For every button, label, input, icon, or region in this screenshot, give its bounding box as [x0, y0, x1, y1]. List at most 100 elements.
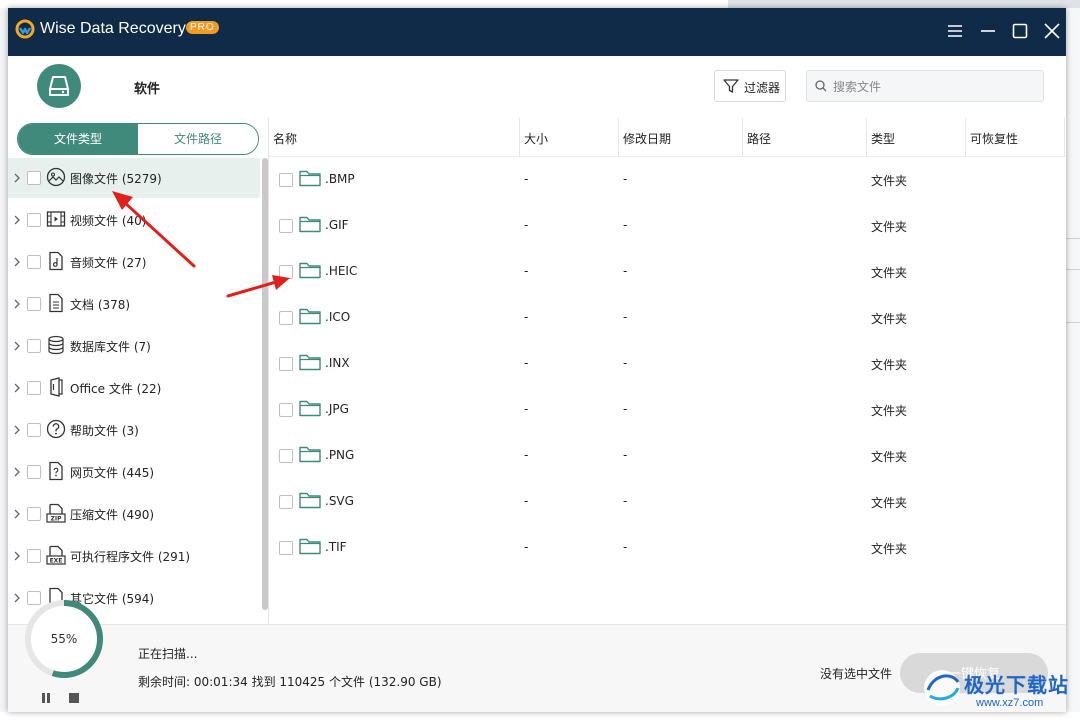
row-checkbox[interactable]	[279, 219, 293, 233]
category-item-help[interactable]: 帮助文件 (3)	[8, 410, 260, 450]
row-checkbox[interactable]	[279, 403, 293, 417]
maximize-icon[interactable]	[1011, 22, 1029, 40]
category-label: 图像文件 (5279)	[70, 172, 162, 186]
table-row[interactable]: .JPG - - 文件夹	[269, 387, 1066, 433]
file-type: 文件夹	[871, 220, 908, 234]
chevron-right-icon[interactable]	[12, 592, 22, 604]
pause-icon[interactable]	[41, 693, 51, 703]
app-logo-icon	[15, 19, 35, 39]
category-label: 文档 (378)	[70, 298, 131, 312]
category-item-office[interactable]: Office 文件 (22)	[8, 368, 260, 408]
row-checkbox[interactable]	[279, 311, 293, 325]
category-checkbox[interactable]	[27, 171, 41, 185]
category-panel: 文件类型 文件路径 图像文件 (5279) 视频文件 (40) 音频文件 (27…	[8, 118, 269, 624]
minimize-icon[interactable]	[979, 22, 997, 40]
category-item-image[interactable]: 图像文件 (5279)	[8, 158, 260, 198]
background-window	[0, 0, 728, 8]
chevron-right-icon[interactable]	[12, 172, 22, 184]
search-input[interactable]	[831, 77, 1035, 97]
column-divider[interactable]	[618, 118, 619, 156]
category-checkbox[interactable]	[27, 213, 41, 227]
file-date: -	[623, 310, 628, 324]
chevron-right-icon[interactable]	[12, 382, 22, 394]
file-date: -	[623, 264, 628, 278]
column-header-name[interactable]: 名称	[273, 130, 297, 147]
search-box[interactable]	[806, 70, 1044, 102]
webpage-icon	[49, 461, 63, 481]
chevron-right-icon[interactable]	[12, 508, 22, 520]
file-type: 文件夹	[871, 542, 908, 556]
document-icon	[49, 293, 63, 313]
tab-file-path[interactable]: 文件路径	[138, 124, 258, 154]
table-row[interactable]: .TIF - - 文件夹	[269, 525, 1066, 571]
chevron-right-icon[interactable]	[12, 424, 22, 436]
table-row[interactable]: .GIF - - 文件夹	[269, 203, 1066, 249]
background-window-edge	[1066, 8, 1080, 720]
menu-icon[interactable]	[946, 22, 964, 40]
row-checkbox[interactable]	[279, 357, 293, 371]
chevron-right-icon[interactable]	[12, 298, 22, 310]
category-item-webpage[interactable]: 网页文件 (445)	[8, 452, 260, 492]
table-row[interactable]: .HEIC - - 文件夹	[269, 249, 1066, 295]
row-checkbox[interactable]	[279, 495, 293, 509]
category-item-audio[interactable]: 音频文件 (27)	[8, 242, 260, 282]
category-item-database[interactable]: 数据库文件 (7)	[8, 326, 260, 366]
category-checkbox[interactable]	[27, 549, 41, 563]
file-name: .GIF	[325, 218, 349, 232]
table-row[interactable]: .PNG - - 文件夹	[269, 433, 1066, 479]
row-checkbox[interactable]	[279, 541, 293, 555]
category-label: Office 文件 (22)	[70, 382, 162, 396]
folder-icon	[299, 216, 321, 233]
view-tab-switch: 文件类型 文件路径	[17, 123, 259, 155]
stop-icon[interactable]	[69, 693, 79, 703]
column-header-type[interactable]: 类型	[871, 130, 895, 147]
drive-icon	[49, 76, 69, 96]
drive-button[interactable]	[37, 64, 81, 108]
filter-label: 过滤器	[744, 81, 781, 95]
category-item-executable[interactable]: EXE 可执行程序文件 (291)	[8, 536, 260, 576]
chevron-right-icon[interactable]	[12, 256, 22, 268]
table-row[interactable]: .SVG - - 文件夹	[269, 479, 1066, 525]
category-checkbox[interactable]	[27, 423, 41, 437]
table-row[interactable]: .BMP - - 文件夹	[269, 157, 1066, 203]
chevron-right-icon[interactable]	[12, 550, 22, 562]
category-checkbox[interactable]	[27, 507, 41, 521]
category-scrollbar[interactable]	[262, 158, 268, 610]
office-icon	[50, 377, 63, 397]
filter-button[interactable]: 过滤器	[714, 70, 786, 102]
column-header-path[interactable]: 路径	[747, 130, 771, 147]
column-divider[interactable]	[965, 118, 966, 156]
category-checkbox[interactable]	[27, 465, 41, 479]
column-divider[interactable]	[866, 118, 867, 156]
file-name: .PNG	[325, 448, 355, 462]
watermark-url: www.xz7.com	[976, 697, 1044, 709]
category-checkbox[interactable]	[27, 381, 41, 395]
close-icon[interactable]	[1043, 22, 1061, 40]
exe-icon: EXE	[46, 545, 66, 565]
row-checkbox[interactable]	[279, 173, 293, 187]
column-header-recoverability[interactable]: 可恢复性	[970, 130, 1018, 147]
column-divider[interactable]	[1064, 118, 1065, 156]
column-divider[interactable]	[742, 118, 743, 156]
category-item-archive[interactable]: ZIP 压缩文件 (490)	[8, 494, 260, 534]
category-checkbox[interactable]	[27, 339, 41, 353]
tab-file-type[interactable]: 文件类型	[18, 124, 138, 154]
category-item-document[interactable]: 文档 (378)	[8, 284, 260, 324]
row-checkbox[interactable]	[279, 265, 293, 279]
watermark-text: 极光下载站	[964, 673, 1069, 697]
chevron-right-icon[interactable]	[12, 466, 22, 478]
table-row[interactable]: .INX - - 文件夹	[269, 341, 1066, 387]
category-checkbox[interactable]	[27, 297, 41, 311]
file-size: -	[524, 172, 529, 186]
column-header-modified[interactable]: 修改日期	[623, 130, 671, 147]
chevron-right-icon[interactable]	[12, 214, 22, 226]
table-row[interactable]: .ICO - - 文件夹	[269, 295, 1066, 341]
column-divider[interactable]	[519, 118, 520, 156]
category-checkbox[interactable]	[27, 255, 41, 269]
chevron-right-icon[interactable]	[12, 340, 22, 352]
row-checkbox[interactable]	[279, 449, 293, 463]
file-name: .BMP	[325, 172, 355, 186]
category-label: 帮助文件 (3)	[70, 424, 139, 438]
category-item-video[interactable]: 视频文件 (40)	[8, 200, 260, 240]
column-header-size[interactable]: 大小	[524, 130, 548, 147]
